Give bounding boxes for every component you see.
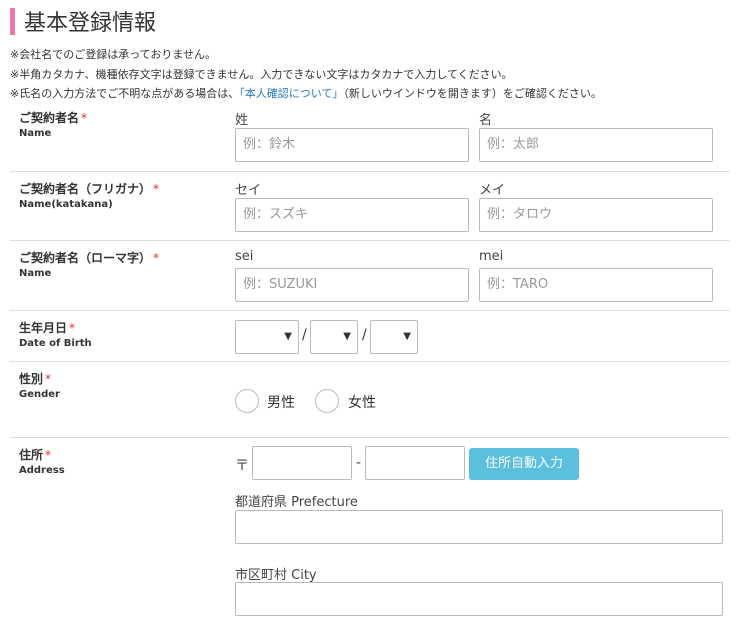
kana-first-sublabel: メイ: [479, 183, 506, 198]
address-label: 住所 *: [19, 448, 52, 462]
city-input[interactable]: [235, 582, 723, 616]
address-autofill-button[interactable]: 住所自動入力: [469, 448, 579, 480]
roman-label-en: Name: [19, 268, 52, 279]
gender-label: 性別 *: [19, 372, 52, 386]
chevron-down-icon: ▼: [403, 331, 411, 342]
prefecture-input[interactable]: [235, 510, 723, 544]
kana-first-input[interactable]: 例：タロウ: [479, 198, 713, 232]
city-label: 市区町村 City: [235, 568, 317, 583]
date-separator: /: [362, 327, 367, 343]
address-label-en: Address: [19, 465, 65, 476]
note-company: ※会社名でのご登録は承っておりません。: [10, 48, 217, 61]
postal-mark: 〒: [235, 458, 249, 474]
roman-last-sublabel: sei: [235, 249, 254, 264]
kana-label-en: Name(katakana): [19, 199, 113, 210]
kana-last-sublabel: セイ: [235, 183, 262, 198]
first-name-input[interactable]: 例：太郎: [479, 128, 713, 162]
row-dob: 生年月日 * Date of Birth ▼ / ▼ / ▼: [10, 311, 730, 362]
row-gender: 性別 * Gender 男性 女性: [10, 362, 730, 438]
note-characters: ※半角カタカナ、機種依存文字は登録できません。入力できない文字はカタカナで入力し…: [10, 68, 513, 81]
page-title: 基本登録情報: [24, 11, 157, 36]
last-name-sublabel: 姓: [235, 113, 249, 128]
gender-female-label: 女性: [348, 395, 376, 411]
roman-last-input[interactable]: 例：SUZUKI: [235, 268, 469, 302]
chevron-down-icon: ▼: [284, 331, 292, 342]
dob-label-en: Date of Birth: [19, 338, 92, 349]
chevron-down-icon: ▼: [343, 331, 351, 342]
date-separator: /: [302, 327, 307, 343]
roman-label: ご契約者名（ローマ字） *: [19, 251, 160, 265]
birth-day-select[interactable]: ▼: [370, 320, 418, 354]
name-label: ご契約者名 *: [19, 111, 88, 125]
birth-month-select[interactable]: ▼: [310, 320, 358, 354]
postal-code-first-input[interactable]: [252, 446, 352, 480]
row-address: 住所 * Address 〒 - 住所自動入力 都道府県 Prefecture 市…: [10, 438, 730, 629]
prefecture-label: 都道府県 Prefecture: [235, 495, 358, 510]
row-name: ご契約者名 * Name 姓 名 例：鈴木 例：太郎: [10, 103, 730, 172]
dob-label: 生年月日 *: [19, 321, 76, 335]
gender-male-radio[interactable]: [235, 389, 259, 413]
birth-year-select[interactable]: ▼: [235, 320, 299, 354]
name-label-en: Name: [19, 128, 52, 139]
postal-code-second-input[interactable]: [365, 446, 465, 480]
roman-first-sublabel: mei: [479, 249, 504, 264]
gender-label-en: Gender: [19, 389, 60, 400]
gender-male-label: 男性: [267, 395, 295, 411]
first-name-sublabel: 名: [479, 113, 493, 128]
title-accent-bar: [10, 8, 15, 35]
identity-check-link[interactable]: 「本人確認について」: [239, 87, 343, 100]
kana-label: ご契約者名（フリガナ） *: [19, 182, 160, 196]
row-kana: ご契約者名（フリガナ） * Name(katakana) セイ メイ 例：スズキ …: [10, 172, 730, 241]
kana-last-input[interactable]: 例：スズキ: [235, 198, 469, 232]
note-name-help: ※氏名の入力方法でご不明な点がある場合は、「本人確認について」（新しいウインドウ…: [10, 87, 602, 100]
postal-dash: -: [356, 455, 362, 471]
last-name-input[interactable]: 例：鈴木: [235, 128, 469, 162]
gender-female-radio[interactable]: [315, 389, 339, 413]
row-roman: ご契約者名（ローマ字） * Name sei mei 例：SUZUKI 例：TAR…: [10, 241, 730, 311]
roman-first-input[interactable]: 例：TARO: [479, 268, 713, 302]
